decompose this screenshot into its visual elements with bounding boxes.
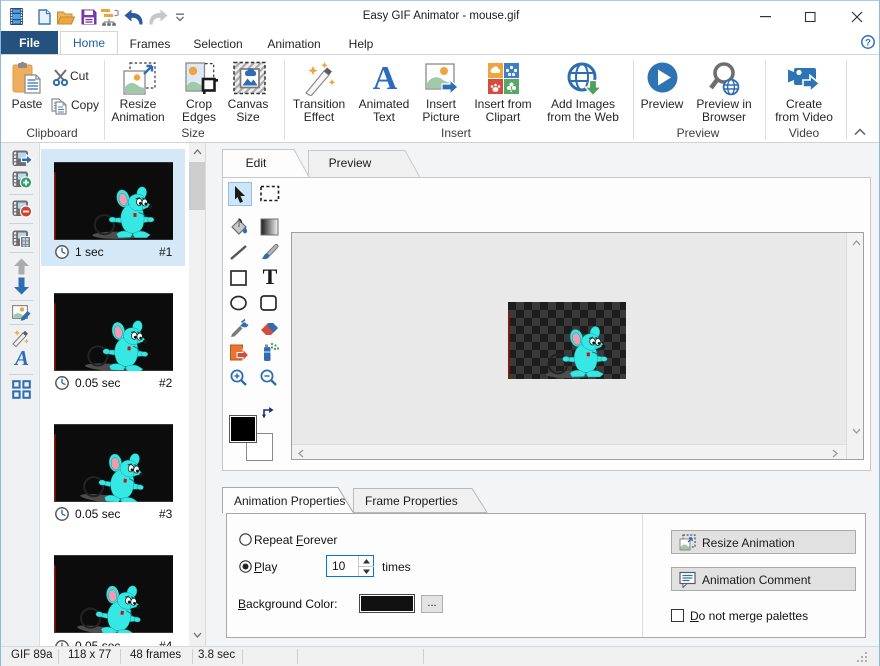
svg-text:?: ?	[865, 37, 871, 48]
